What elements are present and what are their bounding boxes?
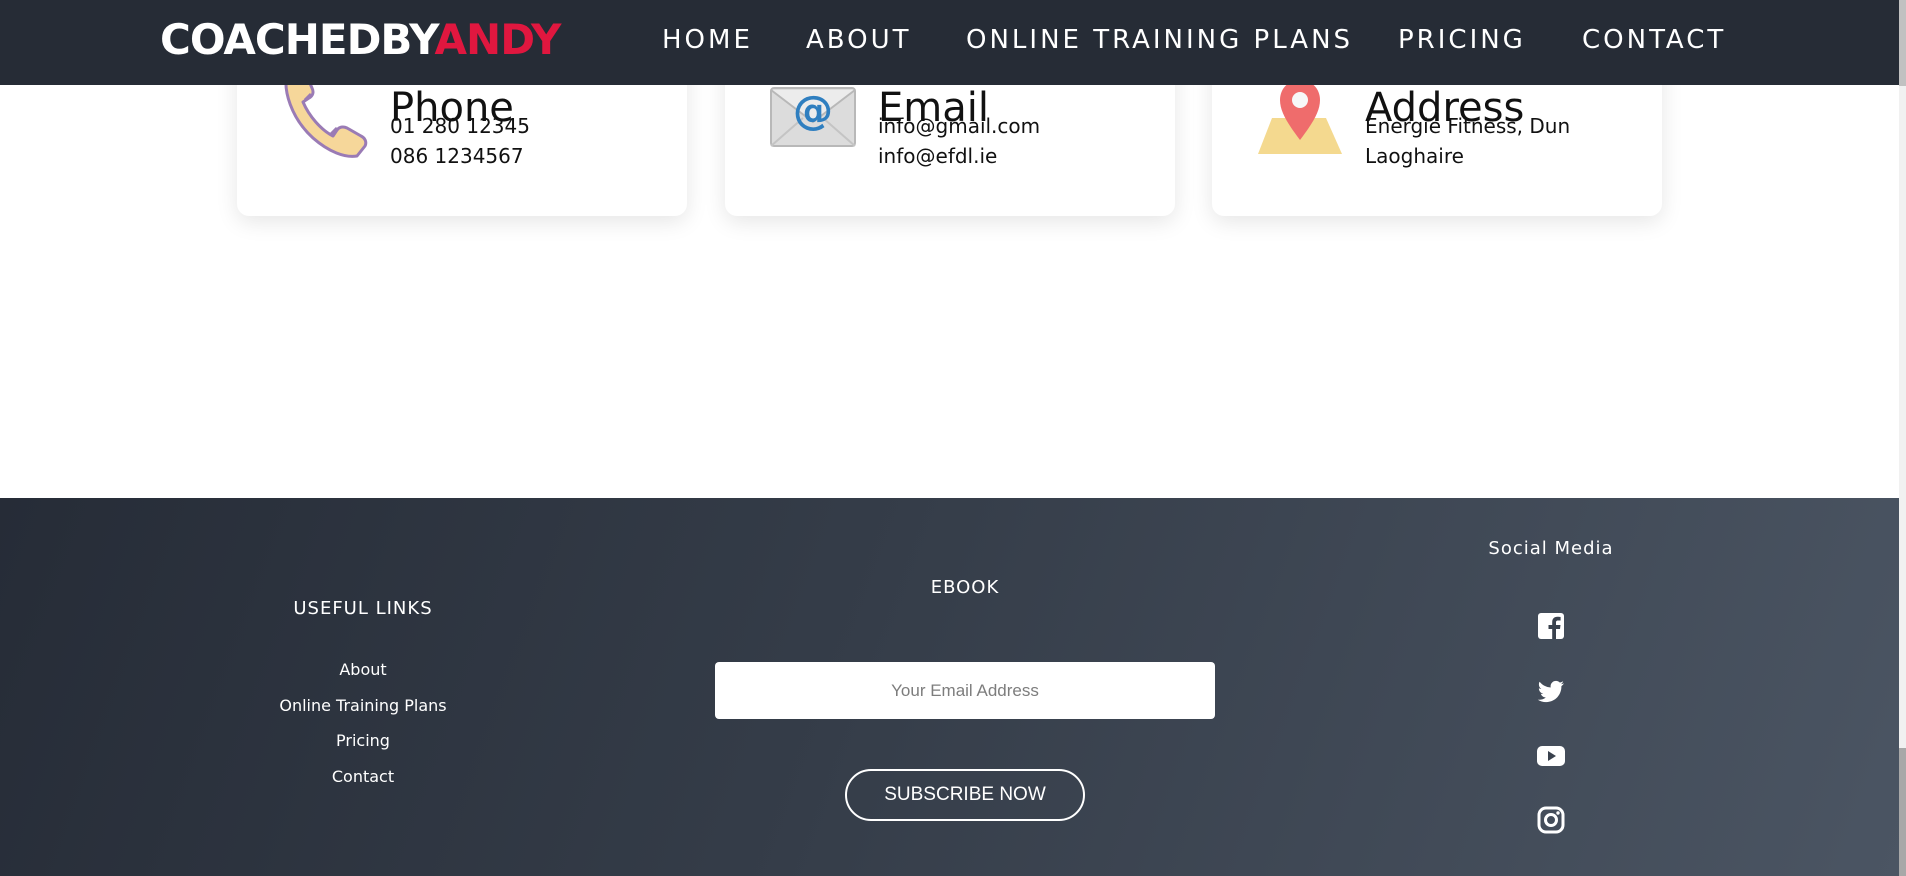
site-footer: USEFUL LINKS About Online Training Plans… — [0, 498, 1899, 876]
email-address-1[interactable]: info@gmail.com — [878, 111, 1040, 141]
facebook-icon[interactable] — [1536, 611, 1566, 641]
footer-link-about[interactable]: About — [263, 660, 463, 679]
address-line-1: Energie Fitness, Dun — [1365, 114, 1571, 138]
scrollbar-thumb[interactable] — [1899, 0, 1906, 86]
page-scrollbar[interactable] — [1899, 0, 1906, 876]
youtube-icon[interactable] — [1536, 741, 1566, 771]
ebook-heading: EBOOK — [930, 577, 1000, 598]
nav-about[interactable]: ABOUT — [806, 25, 912, 55]
twitter-icon[interactable] — [1536, 676, 1566, 706]
footer-link-contact[interactable]: Contact — [263, 767, 463, 786]
scrollbar-thumb-lower[interactable] — [1899, 748, 1906, 876]
site-header: COACHEDBYANDY HOME ABOUT ONLINE TRAINING… — [0, 0, 1899, 85]
phone-number-2[interactable]: 086 1234567 — [390, 141, 524, 171]
nav-home[interactable]: HOME — [662, 25, 753, 55]
email-input[interactable] — [715, 662, 1215, 719]
subscribe-button[interactable]: SUBSCRIBE NOW — [845, 769, 1085, 821]
svg-text:@: @ — [793, 88, 833, 134]
nav-contact[interactable]: CONTACT — [1582, 25, 1726, 55]
instagram-icon[interactable] — [1536, 805, 1566, 835]
footer-link-online-training-plans[interactable]: Online Training Plans — [263, 696, 463, 715]
main-nav: HOME ABOUT ONLINE TRAINING PLANS PRICING… — [0, 0, 1899, 85]
phone-number-1[interactable]: 01 280 12345 — [390, 111, 530, 141]
footer-link-pricing[interactable]: Pricing — [263, 731, 463, 750]
nav-pricing[interactable]: PRICING — [1398, 25, 1526, 55]
page: Phone 01 280 12345 086 1234567 @ Email i… — [0, 0, 1906, 876]
nav-online-training-plans[interactable]: ONLINE TRAINING PLANS — [966, 25, 1353, 55]
social-media-heading: Social Media — [1488, 538, 1614, 559]
useful-links-heading: USEFUL LINKS — [293, 598, 433, 619]
email-address-2[interactable]: info@efdl.ie — [878, 141, 997, 171]
address-line-2: Laoghaire — [1365, 144, 1464, 168]
